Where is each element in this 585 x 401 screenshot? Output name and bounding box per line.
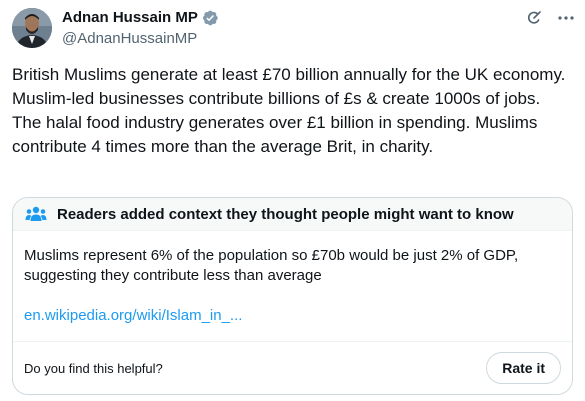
community-note-source-link[interactable]: en.wikipedia.org/wiki/Islam_in_... (24, 306, 242, 326)
community-note-title: Readers added context they thought peopl… (57, 205, 514, 223)
handle[interactable]: @AdnanHussainMP (62, 29, 219, 49)
helpful-question: Do you find this helpful? (24, 361, 163, 376)
verified-badge-icon (201, 9, 219, 27)
community-note-body: Muslims represent 6% of the population s… (24, 247, 519, 284)
rate-it-button[interactable]: Rate it (486, 352, 561, 384)
community-note: Readers added context they thought peopl… (12, 197, 573, 395)
community-note-footer: Do you find this helpful? Rate it (13, 341, 572, 394)
more-icon[interactable] (557, 9, 575, 27)
author-block: Adnan Hussain MP @AdnanHussainMP (62, 8, 219, 49)
people-icon (25, 205, 47, 223)
display-name[interactable]: Adnan Hussain MP (62, 8, 198, 28)
avatar[interactable] (12, 8, 52, 48)
grok-icon[interactable] (525, 9, 543, 27)
community-note-header[interactable]: Readers added context they thought peopl… (13, 198, 572, 231)
tweet-card: Adnan Hussain MP @AdnanHussainMP British… (0, 0, 585, 401)
top-actions (525, 9, 575, 27)
tweet-text: British Muslims generate at least £70 bi… (12, 65, 566, 156)
